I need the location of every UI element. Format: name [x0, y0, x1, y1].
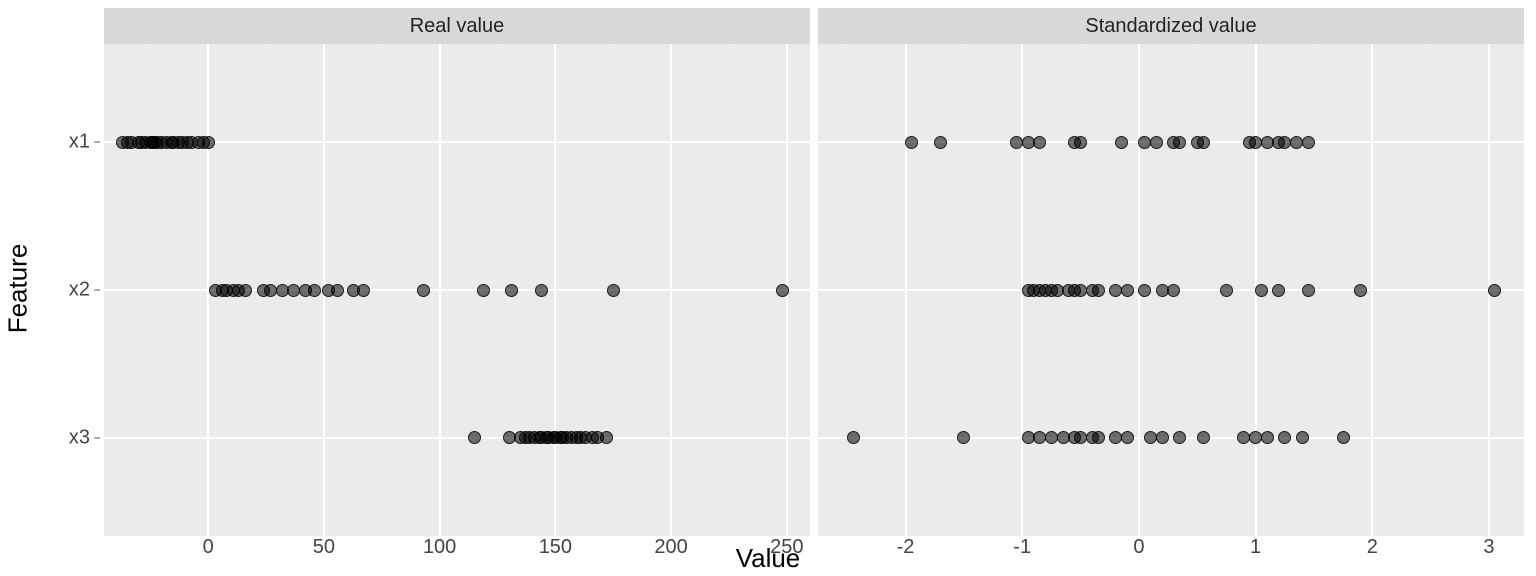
x-axis-label-text: Value — [736, 543, 801, 574]
data-point — [1173, 431, 1186, 444]
panel-real-value: Real value 050100150200250 — [104, 8, 810, 536]
plot-wrap: -2-10123 — [818, 44, 1524, 536]
data-point — [1278, 431, 1291, 444]
y-tick-label: x3 — [69, 426, 100, 449]
data-point — [1010, 136, 1023, 149]
data-point — [1197, 136, 1210, 149]
data-point — [1272, 284, 1285, 297]
data-point — [957, 431, 970, 444]
data-point — [357, 284, 370, 297]
data-point — [600, 431, 613, 444]
facet-title: Real value — [410, 15, 505, 38]
data-point — [1121, 284, 1134, 297]
data-point — [535, 284, 548, 297]
data-point — [1354, 284, 1367, 297]
data-point — [607, 284, 620, 297]
facet-strip: Real value — [104, 8, 810, 44]
data-point — [331, 284, 344, 297]
data-point — [1033, 136, 1046, 149]
data-point — [468, 431, 481, 444]
data-point — [1261, 431, 1274, 444]
data-point — [1121, 431, 1134, 444]
data-point — [1045, 431, 1058, 444]
data-point — [1302, 136, 1315, 149]
data-point — [202, 136, 215, 149]
data-point — [1173, 136, 1186, 149]
data-point — [934, 136, 947, 149]
data-point — [239, 284, 252, 297]
data-point — [847, 431, 860, 444]
data-point — [477, 284, 490, 297]
data-point — [1092, 284, 1105, 297]
data-point — [1220, 284, 1233, 297]
facet-strip: Standardized value — [818, 8, 1524, 44]
data-point — [308, 284, 321, 297]
x-axis-label: Value — [0, 540, 1536, 576]
plot-area — [104, 44, 810, 536]
panel-standardized-value: Standardized value -2-10123 — [818, 8, 1524, 536]
data-point — [505, 284, 518, 297]
data-point — [1115, 136, 1128, 149]
data-point — [1488, 284, 1501, 297]
plot-wrap: 050100150200250 — [104, 44, 810, 536]
data-point — [905, 136, 918, 149]
data-point — [1138, 284, 1151, 297]
figure: Feature x1x2x3 Real value 05010015020025… — [0, 0, 1536, 576]
data-point — [1290, 136, 1303, 149]
y-ticks: x1 x2 x3 — [52, 44, 100, 536]
y-tick-label: x2 — [69, 279, 100, 302]
plot-area — [818, 44, 1524, 536]
data-point — [1092, 431, 1105, 444]
data-point — [417, 284, 430, 297]
data-point — [1150, 136, 1163, 149]
data-point — [1167, 284, 1180, 297]
y-tick-label: x1 — [69, 131, 100, 154]
facet-title: Standardized value — [1085, 15, 1256, 38]
data-point — [1337, 431, 1350, 444]
data-point — [1197, 431, 1210, 444]
data-point — [776, 284, 789, 297]
y-axis-label: Feature — [0, 0, 36, 576]
data-point — [1156, 431, 1169, 444]
data-point — [1074, 136, 1087, 149]
data-point — [1255, 284, 1268, 297]
data-point — [1296, 431, 1309, 444]
y-axis-label-text: Feature — [3, 243, 34, 333]
data-point — [1302, 284, 1315, 297]
facet-panels: x1x2x3 Real value 050100150200250 Standa… — [104, 8, 1524, 536]
